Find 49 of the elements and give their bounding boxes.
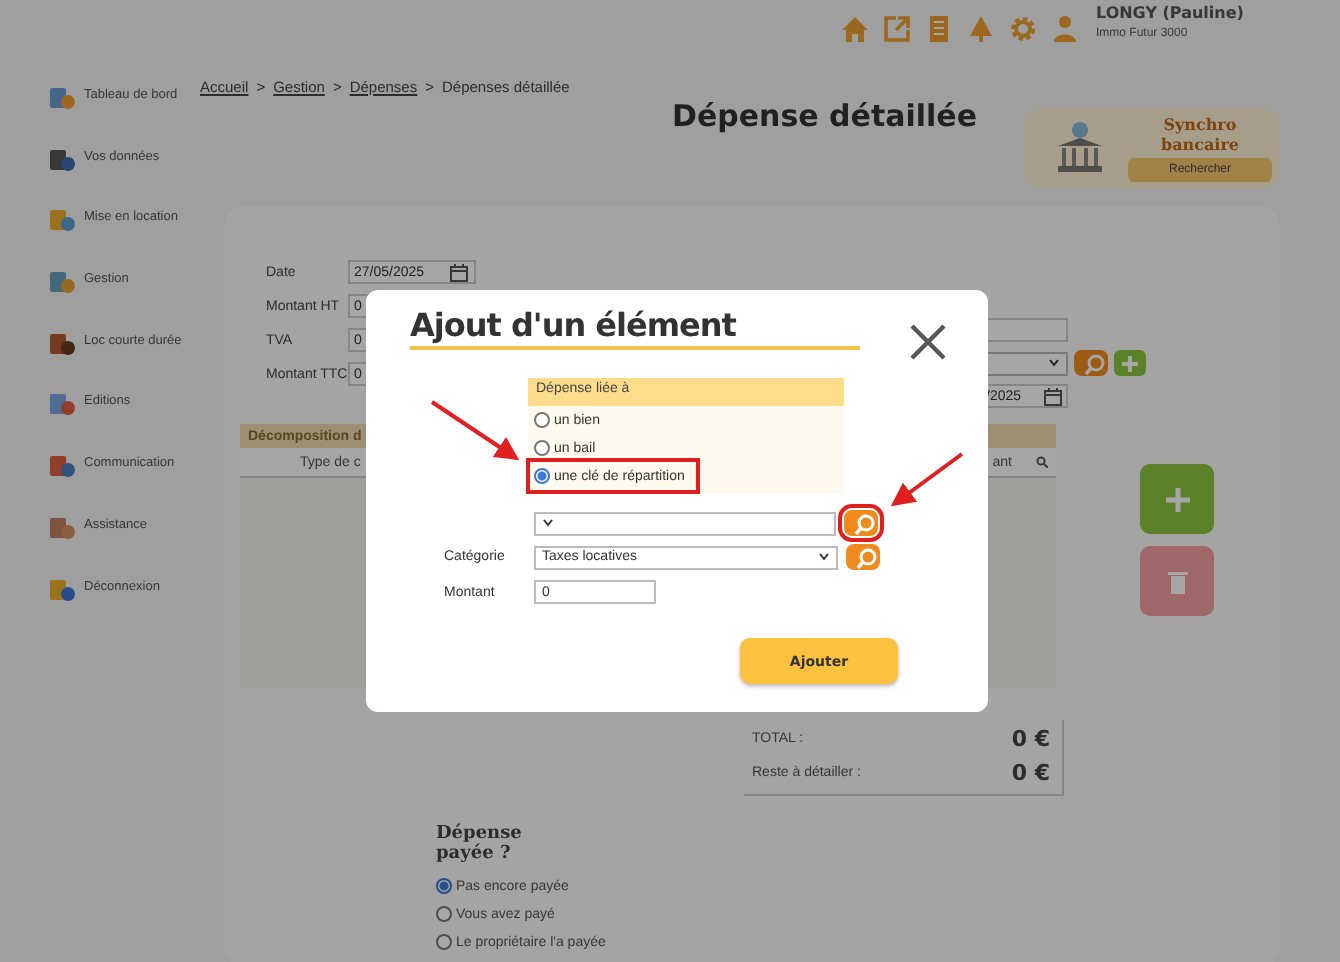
radio-button[interactable] [436, 878, 452, 894]
search-button[interactable] [1074, 350, 1108, 376]
search-icon [1036, 456, 1048, 468]
radio-button[interactable] [534, 412, 550, 428]
menu-item-icon [48, 575, 76, 603]
menu-item-icon [48, 84, 76, 112]
section-title: Dépense payée ? [436, 824, 524, 864]
external-link-icon[interactable] [882, 14, 912, 44]
caret-icon [1048, 358, 1060, 368]
delete-button[interactable] [1140, 546, 1214, 616]
radio-button[interactable] [534, 468, 550, 484]
menu-item-icon [48, 206, 76, 235]
radio-button[interactable] [534, 440, 550, 456]
settings-icon[interactable] [1008, 14, 1038, 44]
sync-title: Synchro bancaire [1159, 114, 1241, 154]
total-value: 0 € [1011, 726, 1050, 752]
add-button[interactable] [1114, 350, 1146, 376]
select-field[interactable] [534, 511, 836, 535]
tree-icon[interactable] [966, 14, 996, 44]
menu-item-icon [48, 513, 76, 542]
menu-item-icon [48, 268, 76, 297]
radio-button[interactable] [436, 906, 452, 922]
dialog-title: Ajout d'un élément [410, 306, 860, 350]
search-button[interactable] [844, 510, 878, 536]
document-icon[interactable] [924, 14, 954, 44]
user-name: LONGY (Pauline) [1096, 4, 1246, 22]
arrow [430, 400, 520, 461]
bank-icon [1052, 120, 1108, 176]
close-icon [908, 322, 948, 362]
arrow [890, 452, 964, 507]
plus-icon [1163, 485, 1191, 513]
page-title: Dépense détaillée [672, 98, 980, 134]
radio-button[interactable] [436, 934, 452, 950]
menu-item-icon [48, 329, 76, 358]
trash-icon [1167, 569, 1187, 593]
caret-icon [818, 552, 830, 562]
home-icon[interactable] [840, 14, 870, 44]
search-button[interactable] [846, 544, 880, 570]
close-button[interactable] [908, 322, 948, 362]
add-button[interactable] [1140, 464, 1214, 534]
plus-icon [1120, 353, 1140, 373]
calendar-icon [450, 263, 468, 281]
total-value: 0 € [1011, 760, 1050, 786]
user-icon[interactable] [1050, 14, 1080, 44]
menu-item-icon [48, 452, 76, 481]
menu-item-icon [48, 390, 76, 419]
caret-icon [542, 518, 554, 528]
menu-item-icon [48, 145, 76, 174]
calendar-icon [1044, 387, 1062, 405]
